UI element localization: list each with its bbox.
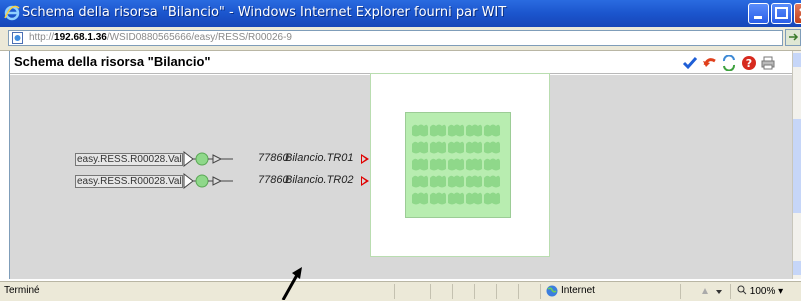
vertical-scrollbar[interactable] xyxy=(792,51,801,279)
status-divider xyxy=(496,284,497,299)
tank-cell xyxy=(430,124,446,137)
flow-connector-tr01 xyxy=(183,151,233,167)
tank-cell xyxy=(484,141,500,154)
annotation-arrow-icon xyxy=(281,267,302,300)
scroll-thumb[interactable] xyxy=(793,119,801,213)
tank-cell xyxy=(484,124,500,137)
input-field-tr01[interactable]: easy.RESS.R00028.Valu xyxy=(75,153,183,166)
status-divider xyxy=(730,284,731,299)
globe-icon xyxy=(546,285,558,297)
go-button[interactable] xyxy=(785,29,801,46)
tank-cell xyxy=(412,141,428,154)
zone-label: Internet xyxy=(561,285,595,296)
chevron-down-icon: ▾ xyxy=(778,286,784,297)
address-bar: http://192.68.1.36/WSID0880565666/easy/R… xyxy=(0,27,801,51)
status-divider xyxy=(394,284,395,299)
status-divider xyxy=(540,284,541,299)
status-divider xyxy=(518,284,519,299)
refresh-icon[interactable] xyxy=(721,55,737,71)
status-divider xyxy=(680,284,681,299)
status-text: Terminé xyxy=(4,285,40,296)
maximize-icon xyxy=(775,7,788,19)
tank-cell xyxy=(466,175,482,188)
minimize-button[interactable] xyxy=(748,3,769,24)
close-icon xyxy=(799,8,801,19)
page-title: Schema della risorsa "Bilancio" xyxy=(14,54,211,69)
tank-cells-area xyxy=(405,112,511,218)
window-title: Schema della risorsa "Bilancio" - Window… xyxy=(22,5,507,20)
status-divider xyxy=(452,284,453,299)
scroll-up-button[interactable] xyxy=(793,53,801,67)
tank-cell xyxy=(448,192,464,205)
url-text: http://192.68.1.36/WSID0880565666/easy/R… xyxy=(29,32,292,43)
tank-cell xyxy=(484,158,500,171)
window-titlebar[interactable]: Schema della risorsa "Bilancio" - Window… xyxy=(0,0,801,27)
alarm-triangle-icon[interactable] xyxy=(361,176,369,186)
alarm-triangle-icon[interactable] xyxy=(361,154,369,164)
page-header: Schema della risorsa "Bilancio" ? xyxy=(10,53,793,74)
tank-cell xyxy=(448,175,464,188)
zoom-level: 100% xyxy=(749,286,776,297)
tank-cell xyxy=(448,158,464,171)
tank-cell xyxy=(430,175,446,188)
page-icon xyxy=(12,32,23,44)
tank-cell xyxy=(448,124,464,137)
close-button[interactable] xyxy=(794,3,801,24)
schema-canvas: easy.RESS.R00028.Valu 77860 Bilancio.TR0… xyxy=(10,73,793,279)
scroll-down-button[interactable] xyxy=(793,261,801,275)
status-bar: Terminé Internet 100% ▾ xyxy=(0,281,801,301)
tank-cell xyxy=(466,158,482,171)
tank-cells-grid xyxy=(412,124,500,205)
tag-tr02: Bilancio.TR02 xyxy=(285,174,354,186)
tank-cell xyxy=(484,175,500,188)
minimize-icon xyxy=(754,16,762,19)
url-field[interactable]: http://192.68.1.36/WSID0880565666/easy/R… xyxy=(8,30,783,46)
tank-panel xyxy=(370,73,550,257)
tank-cell xyxy=(412,124,428,137)
flow-connector-tr02 xyxy=(183,173,233,189)
help-icon[interactable]: ? xyxy=(741,55,757,71)
tank-cell xyxy=(484,192,500,205)
tank-cell xyxy=(412,158,428,171)
tank-cell xyxy=(412,192,428,205)
go-icon xyxy=(789,33,799,41)
checkmark-icon[interactable] xyxy=(682,55,698,71)
internet-explorer-icon xyxy=(4,5,20,21)
status-divider xyxy=(430,284,431,299)
maximize-button[interactable] xyxy=(771,3,792,24)
value-tr02: 77860 xyxy=(258,174,289,186)
undo-icon[interactable] xyxy=(702,55,718,71)
tank-cell xyxy=(430,141,446,154)
tank-cell xyxy=(430,192,446,205)
tank-cell xyxy=(448,141,464,154)
svg-text:?: ? xyxy=(746,57,752,70)
tank-cell xyxy=(466,124,482,137)
status-divider xyxy=(474,284,475,299)
value-tr01: 77860 xyxy=(258,152,289,164)
input-field-tr02[interactable]: easy.RESS.R00028.Valu xyxy=(75,175,183,188)
protected-mode-icon[interactable] xyxy=(700,285,724,298)
page-content: Schema della risorsa "Bilancio" ? easy.R… xyxy=(9,51,794,279)
print-icon[interactable] xyxy=(760,55,776,71)
zoom-icon xyxy=(737,285,747,295)
tank-cell xyxy=(466,141,482,154)
zoom-control[interactable]: 100% ▾ xyxy=(737,285,783,297)
tank-cell xyxy=(430,158,446,171)
tank-cell xyxy=(466,192,482,205)
tag-tr01: Bilancio.TR01 xyxy=(285,152,354,164)
tank-cell xyxy=(412,175,428,188)
